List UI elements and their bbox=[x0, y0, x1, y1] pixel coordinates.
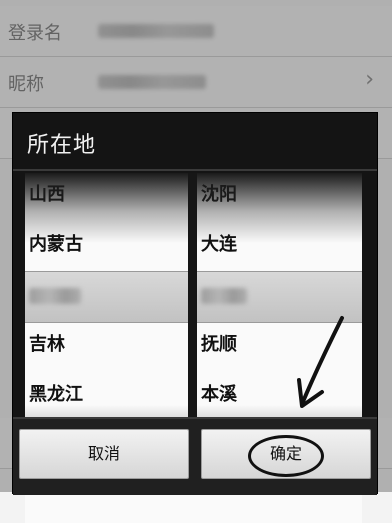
annotation-arrow-icon bbox=[297, 316, 344, 408]
